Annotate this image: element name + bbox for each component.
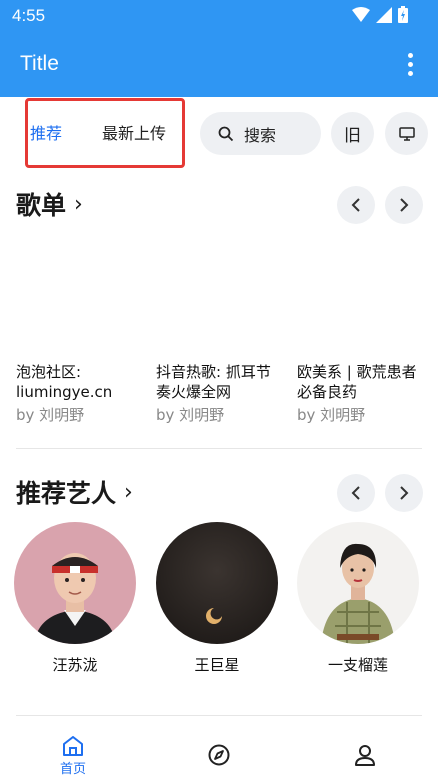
playlists-next-button[interactable] (385, 186, 423, 224)
playlists-header[interactable]: 歌单 › (16, 186, 83, 222)
artist-card[interactable]: 汪苏泷 (14, 522, 136, 675)
chevron-right-icon: › (74, 191, 83, 217)
desktop-button[interactable] (385, 112, 428, 155)
compass-icon (208, 744, 230, 766)
playlists-title: 歌单 (16, 191, 67, 220)
nav-profile[interactable] (335, 744, 395, 766)
bottom-navigation: 首页 (0, 716, 438, 779)
more-dot-icon (407, 52, 413, 58)
tab-recommend[interactable]: 推荐 (30, 120, 62, 144)
artist-card[interactable]: 一支榴莲 (297, 522, 419, 675)
old-version-button[interactable]: 旧 (331, 112, 374, 155)
more-options-button[interactable] (402, 50, 418, 78)
artist-avatar (14, 522, 136, 644)
tab-latest-upload[interactable]: 最新上传 (102, 120, 166, 144)
artist-card[interactable]: 王巨星 (156, 522, 278, 675)
search-label: 搜索 (244, 125, 277, 145)
playlists-prev-button[interactable] (337, 186, 375, 224)
search-icon (218, 126, 234, 141)
battery-icon (398, 6, 408, 23)
section-divider (16, 448, 422, 449)
signal-icon (376, 6, 392, 23)
artist-name: 汪苏泷 (52, 656, 98, 674)
wifi-icon (352, 6, 370, 22)
app-bar: 4:55 Title (0, 0, 438, 97)
playlist-name: 泡泡社区: liumingye.cn (16, 363, 113, 401)
artists-header[interactable]: 推荐艺人 › (16, 474, 133, 510)
status-icons (352, 6, 408, 23)
chevron-right-icon: › (124, 479, 133, 505)
artist-name: 一支榴莲 (327, 656, 388, 674)
more-dot-icon (407, 70, 413, 76)
playlist-card[interactable]: 欧美系 | 歌荒患者必备良药 by 刘明野 (297, 362, 425, 425)
artists-prev-button[interactable] (337, 474, 375, 512)
playlist-author: by 刘明野 (16, 406, 85, 424)
playlist-author: by 刘明野 (156, 406, 225, 424)
artist-avatar (156, 522, 278, 644)
chevron-right-icon (400, 486, 409, 500)
home-icon (63, 736, 83, 756)
playlist-author: by 刘明野 (297, 406, 366, 424)
app-title: Title (20, 52, 59, 75)
playlist-name: 抖音热歌: 抓耳节奏火爆全网 (156, 363, 271, 401)
nav-home[interactable]: 首页 (43, 736, 103, 777)
playlist-name: 欧美系 | 歌荒患者必备良药 (297, 363, 417, 401)
playlist-card[interactable]: 泡泡社区: liumingye.cn by 刘明野 (16, 362, 144, 425)
artists-title: 推荐艺人 (16, 479, 117, 508)
artist-avatar (297, 522, 419, 644)
artists-next-button[interactable] (385, 474, 423, 512)
status-time: 4:55 (12, 6, 46, 25)
playlist-card[interactable]: 抖音热歌: 抓耳节奏火爆全网 by 刘明野 (156, 362, 284, 425)
nav-discover[interactable] (189, 744, 249, 766)
nav-home-label: 首页 (59, 762, 86, 777)
artist-name: 王巨星 (194, 656, 240, 674)
chevron-left-icon (351, 486, 360, 500)
more-dot-icon (407, 61, 413, 67)
search-button[interactable]: 搜索 (200, 112, 321, 155)
monitor-icon (398, 126, 415, 141)
old-version-label: 旧 (344, 126, 361, 146)
chevron-left-icon (351, 198, 360, 212)
user-icon (355, 745, 375, 766)
chevron-right-icon (400, 198, 409, 212)
